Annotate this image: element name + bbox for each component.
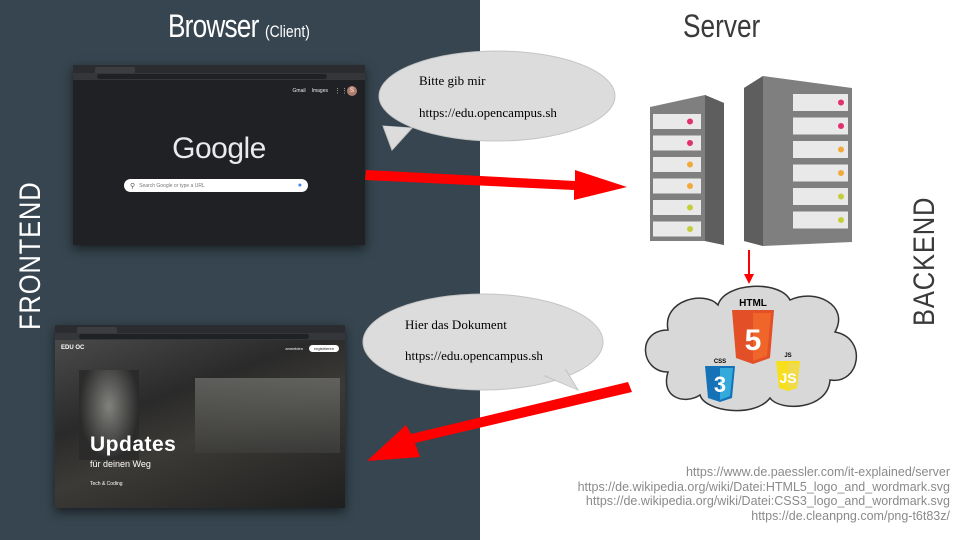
html5-number: 5 [745,324,762,357]
js-mark: JS [779,370,796,386]
server-drawer [653,178,701,194]
source-links: https://www.de.paessler.com/it-explained… [578,465,950,523]
server-status-light [687,118,693,125]
server-status-light [687,204,693,211]
css-wordmark: CSS [714,359,726,365]
source-link[interactable]: https://de.cleanpng.com/png-t6t83z/ [578,509,950,524]
source-link[interactable]: https://de.wikipedia.org/wiki/Datei:CSS3… [578,494,950,509]
request-line-2: https://edu.opencampus.sh [419,105,557,120]
server-to-cloud-arrow-icon [744,250,754,284]
source-link[interactable]: https://de.wikipedia.org/wiki/Datei:HTML… [578,480,950,495]
server-status-light [838,123,844,129]
response-speech-bubble [362,293,604,392]
server-status-light [838,99,844,106]
server-status-light [687,226,693,232]
server-status-light [687,161,693,168]
server-status-light [838,146,844,153]
server-status-light [838,193,844,200]
request-arrow-icon [365,170,627,200]
server-status-light [838,170,844,176]
server-status-light [687,140,693,146]
html-wordmark: HTML [739,298,767,309]
server-status-light [687,183,693,189]
server-drawer [653,200,701,215]
request-line-1: Bitte gib mir [419,73,486,88]
server-drawer [653,157,701,172]
request-speech-bubble [378,50,616,151]
server-drawer [653,114,701,129]
response-arrow-icon [367,382,632,461]
source-link[interactable]: https://www.de.paessler.com/it-explained… [578,465,950,480]
response-line-2: https://edu.opencampus.sh [405,348,543,363]
response-line-1: Hier das Dokument [405,317,507,332]
css3-number: 3 [714,372,726,397]
server-drawer [653,135,701,151]
server-icon [650,76,852,246]
server-drawer [653,221,701,237]
server-status-light [838,217,844,223]
js-wordmark: JS [784,353,791,359]
